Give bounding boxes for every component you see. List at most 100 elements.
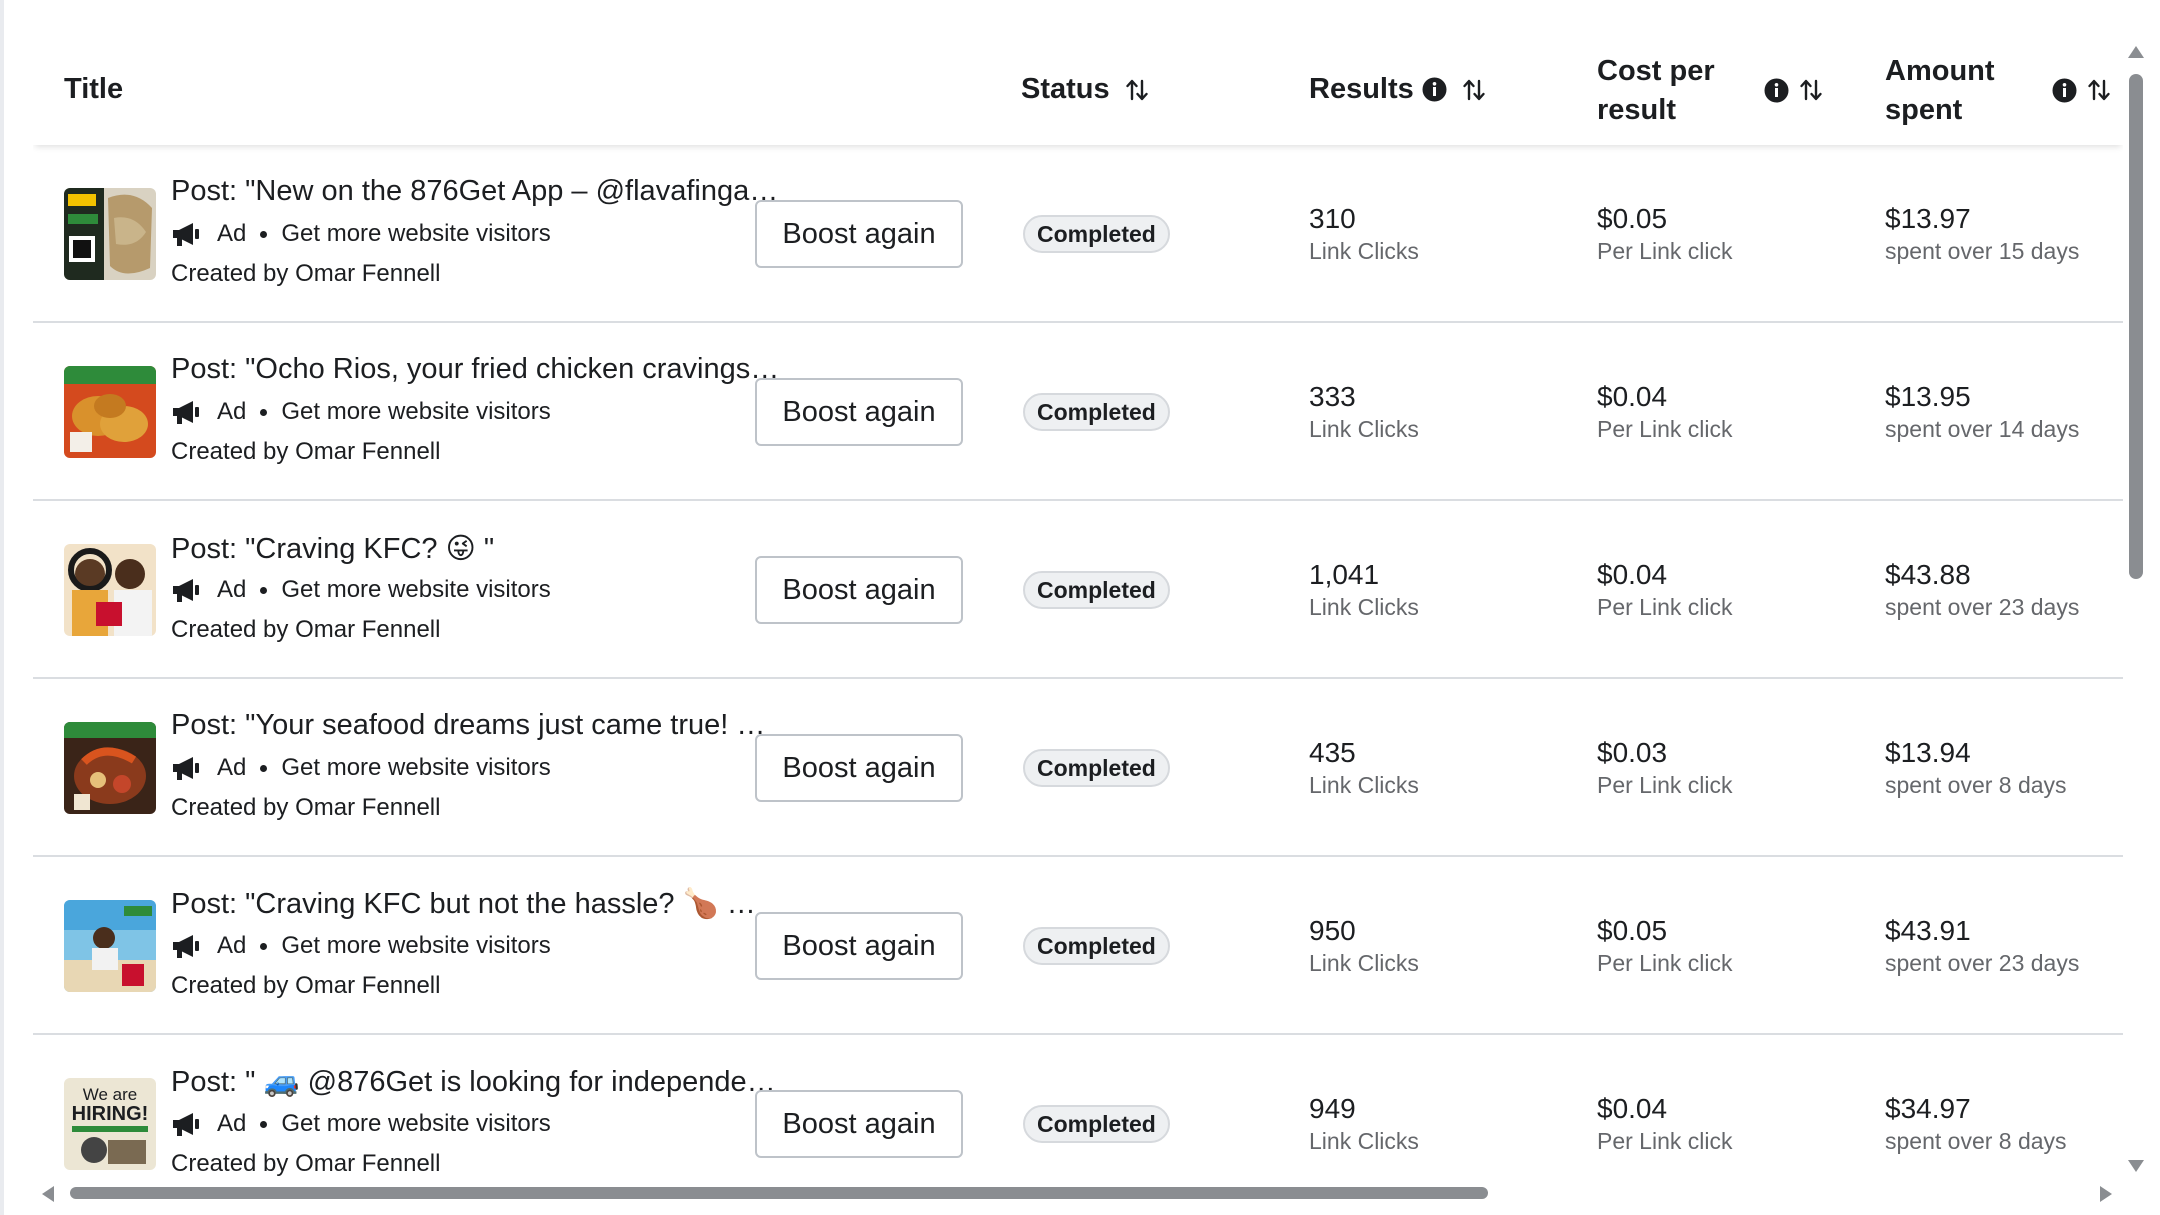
table-header: Title Status Results Cost per result Amo… bbox=[33, 0, 2123, 145]
results-cell: 949 Link Clicks bbox=[1309, 1092, 1419, 1156]
horizontal-scroll-thumb[interactable] bbox=[70, 1187, 1488, 1199]
ad-objective-line: Ad Get more website visitors bbox=[171, 932, 551, 960]
separator-dot bbox=[260, 230, 268, 238]
status-badge: Completed bbox=[1023, 1105, 1170, 1143]
results-unit: Link Clicks bbox=[1309, 238, 1419, 264]
post-title[interactable]: Post: "Your seafood dreams just came tru… bbox=[171, 709, 781, 742]
info-icon[interactable] bbox=[1764, 78, 1789, 103]
results-value: 435 bbox=[1309, 737, 1356, 768]
vertical-scroll-thumb[interactable] bbox=[2129, 74, 2143, 579]
megaphone-icon bbox=[173, 757, 199, 780]
boost-again-button[interactable]: Boost again bbox=[755, 378, 963, 446]
amount-value: $34.97 bbox=[1885, 1093, 1971, 1124]
post-title[interactable]: Post: "New on the 876Get App – @flavafin… bbox=[171, 175, 781, 208]
objective-label: Get more website visitors bbox=[281, 1110, 551, 1137]
cost-cell: $0.05 Per Link click bbox=[1597, 914, 1732, 978]
cost-unit: Per Link click bbox=[1597, 238, 1733, 264]
results-cell: 950 Link Clicks bbox=[1309, 914, 1419, 978]
sort-icon[interactable] bbox=[1461, 77, 1487, 103]
post-title[interactable]: Post: "Craving KFC? 😜 " bbox=[171, 531, 781, 566]
cost-value: $0.04 bbox=[1597, 559, 1668, 590]
scroll-up-arrow-icon[interactable] bbox=[2126, 44, 2146, 60]
cost-unit: Per Link click bbox=[1597, 950, 1733, 976]
cost-cell: $0.04 Per Link click bbox=[1597, 1092, 1732, 1156]
ad-label: Ad bbox=[217, 398, 247, 425]
table-row[interactable]: Post: "Craving KFC but not the hassle? 🍗… bbox=[33, 857, 2123, 1035]
amount-duration: spent over 8 days bbox=[1885, 772, 2067, 798]
header-amount-spent[interactable]: Amount spent bbox=[1885, 52, 1995, 130]
hiring-text-2: HIRING! bbox=[72, 1103, 149, 1125]
amount-duration: spent over 14 days bbox=[1885, 416, 2080, 442]
separator-dot bbox=[260, 586, 268, 594]
hiring-text-1: We are bbox=[83, 1085, 138, 1104]
cost-cell: $0.04 Per Link click bbox=[1597, 558, 1732, 622]
scroll-down-arrow-icon[interactable] bbox=[2126, 1158, 2146, 1174]
table-row[interactable]: Post: "New on the 876Get App – @flavafin… bbox=[33, 145, 2123, 323]
status-badge: Completed bbox=[1023, 215, 1170, 253]
results-unit: Link Clicks bbox=[1309, 1128, 1419, 1154]
creator-label: Created by Omar Fennell bbox=[171, 794, 441, 821]
header-amount-label-1: Amount bbox=[1885, 55, 1995, 87]
post-title[interactable]: Post: " 🚙 @876Get is looking for indepen… bbox=[171, 1065, 781, 1099]
amount-duration: spent over 23 days bbox=[1885, 950, 2080, 976]
table-row[interactable]: Post: "Your seafood dreams just came tru… bbox=[33, 679, 2123, 857]
results-value: 1,041 bbox=[1309, 559, 1380, 590]
post-thumbnail[interactable]: We are HIRING! bbox=[64, 1078, 156, 1170]
ad-objective-line: Ad Get more website visitors bbox=[171, 398, 551, 426]
post-thumbnail[interactable] bbox=[64, 900, 156, 992]
header-title[interactable]: Title bbox=[64, 70, 123, 109]
header-status[interactable]: Status bbox=[1021, 70, 1150, 109]
cost-cell: $0.05 Per Link click bbox=[1597, 202, 1732, 266]
megaphone-icon bbox=[173, 401, 199, 424]
creator-label: Created by Omar Fennell bbox=[171, 260, 441, 287]
boost-again-button[interactable]: Boost again bbox=[755, 1090, 963, 1158]
post-thumbnail[interactable] bbox=[64, 366, 156, 458]
results-cell: 435 Link Clicks bbox=[1309, 736, 1419, 800]
amount-duration: spent over 23 days bbox=[1885, 594, 2080, 620]
objective-label: Get more website visitors bbox=[281, 932, 551, 959]
post-thumbnail[interactable] bbox=[64, 544, 156, 636]
cost-value: $0.05 bbox=[1597, 915, 1668, 946]
status-badge: Completed bbox=[1023, 393, 1170, 431]
ad-label: Ad bbox=[217, 754, 247, 781]
boost-again-button[interactable]: Boost again bbox=[755, 200, 963, 268]
post-thumbnail[interactable] bbox=[64, 188, 156, 280]
amount-cell: $34.97 spent over 8 days bbox=[1885, 1092, 2067, 1156]
boost-again-button[interactable]: Boost again bbox=[755, 556, 963, 624]
cost-unit: Per Link click bbox=[1597, 416, 1733, 442]
amount-duration: spent over 15 days bbox=[1885, 238, 2080, 264]
info-icon[interactable] bbox=[1422, 77, 1447, 102]
boost-again-button[interactable]: Boost again bbox=[755, 734, 963, 802]
ad-label: Ad bbox=[217, 220, 247, 247]
separator-dot bbox=[260, 942, 268, 950]
vertical-scrollbar[interactable] bbox=[2123, 44, 2147, 1174]
horizontal-scrollbar[interactable] bbox=[40, 1185, 2120, 1209]
amount-cell: $43.91 spent over 23 days bbox=[1885, 914, 2079, 978]
table-row[interactable]: We are HIRING! Post: " 🚙 @876Get is looki… bbox=[33, 1035, 2123, 1195]
objective-label: Get more website visitors bbox=[281, 220, 551, 247]
header-cost-per-result[interactable]: Cost per result bbox=[1597, 52, 1715, 130]
boost-again-button[interactable]: Boost again bbox=[755, 912, 963, 980]
post-thumbnail[interactable] bbox=[64, 722, 156, 814]
cost-value: $0.05 bbox=[1597, 203, 1668, 234]
amount-value: $43.91 bbox=[1885, 915, 1971, 946]
objective-label: Get more website visitors bbox=[281, 576, 551, 603]
sort-icon[interactable] bbox=[1798, 77, 1824, 103]
results-value: 949 bbox=[1309, 1093, 1356, 1124]
sort-icon[interactable] bbox=[1124, 77, 1150, 103]
ad-objective-line: Ad Get more website visitors bbox=[171, 754, 551, 782]
megaphone-icon bbox=[173, 223, 199, 246]
post-title[interactable]: Post: "Craving KFC but not the hassle? 🍗… bbox=[171, 887, 781, 921]
scroll-left-arrow-icon[interactable] bbox=[40, 1185, 56, 1203]
scroll-right-arrow-icon[interactable] bbox=[2098, 1185, 2114, 1203]
amount-value: $13.94 bbox=[1885, 737, 1971, 768]
table-row[interactable]: Post: "Craving KFC? 😜 " Ad Get more webs… bbox=[33, 501, 2123, 679]
amount-value: $43.88 bbox=[1885, 559, 1971, 590]
header-results[interactable]: Results bbox=[1309, 70, 1487, 109]
creator-label: Created by Omar Fennell bbox=[171, 972, 441, 999]
table-row[interactable]: Post: "Ocho Rios, your fried chicken cra… bbox=[33, 323, 2123, 501]
sort-icon[interactable] bbox=[2086, 77, 2112, 103]
info-icon[interactable] bbox=[2052, 78, 2077, 103]
post-title[interactable]: Post: "Ocho Rios, your fried chicken cra… bbox=[171, 353, 781, 386]
header-amount-label-2: spent bbox=[1885, 94, 1963, 126]
